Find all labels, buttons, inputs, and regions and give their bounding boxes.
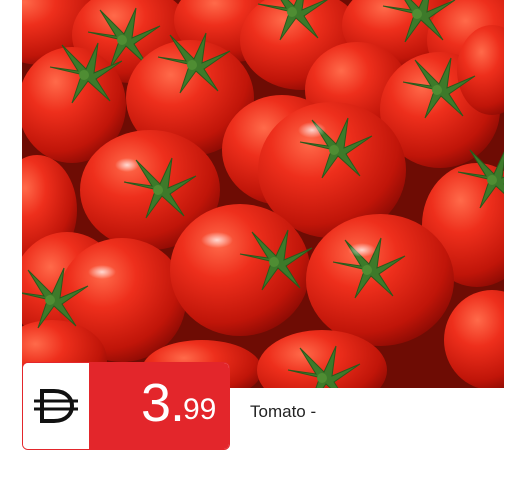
- offer-card[interactable]: 3. 99 Tomato -: [0, 0, 512, 491]
- price-tag: 3. 99: [22, 362, 230, 450]
- price-panel: 3. 99: [89, 363, 229, 449]
- product-name: Tomato -: [250, 402, 317, 421]
- price-integer: 3.: [141, 373, 185, 433]
- price-fraction: 99: [183, 393, 217, 426]
- tomato-photo-svg: [22, 0, 504, 388]
- dirham-icon: [34, 389, 78, 423]
- currency-badge: [23, 363, 89, 449]
- product-photo: [22, 0, 504, 388]
